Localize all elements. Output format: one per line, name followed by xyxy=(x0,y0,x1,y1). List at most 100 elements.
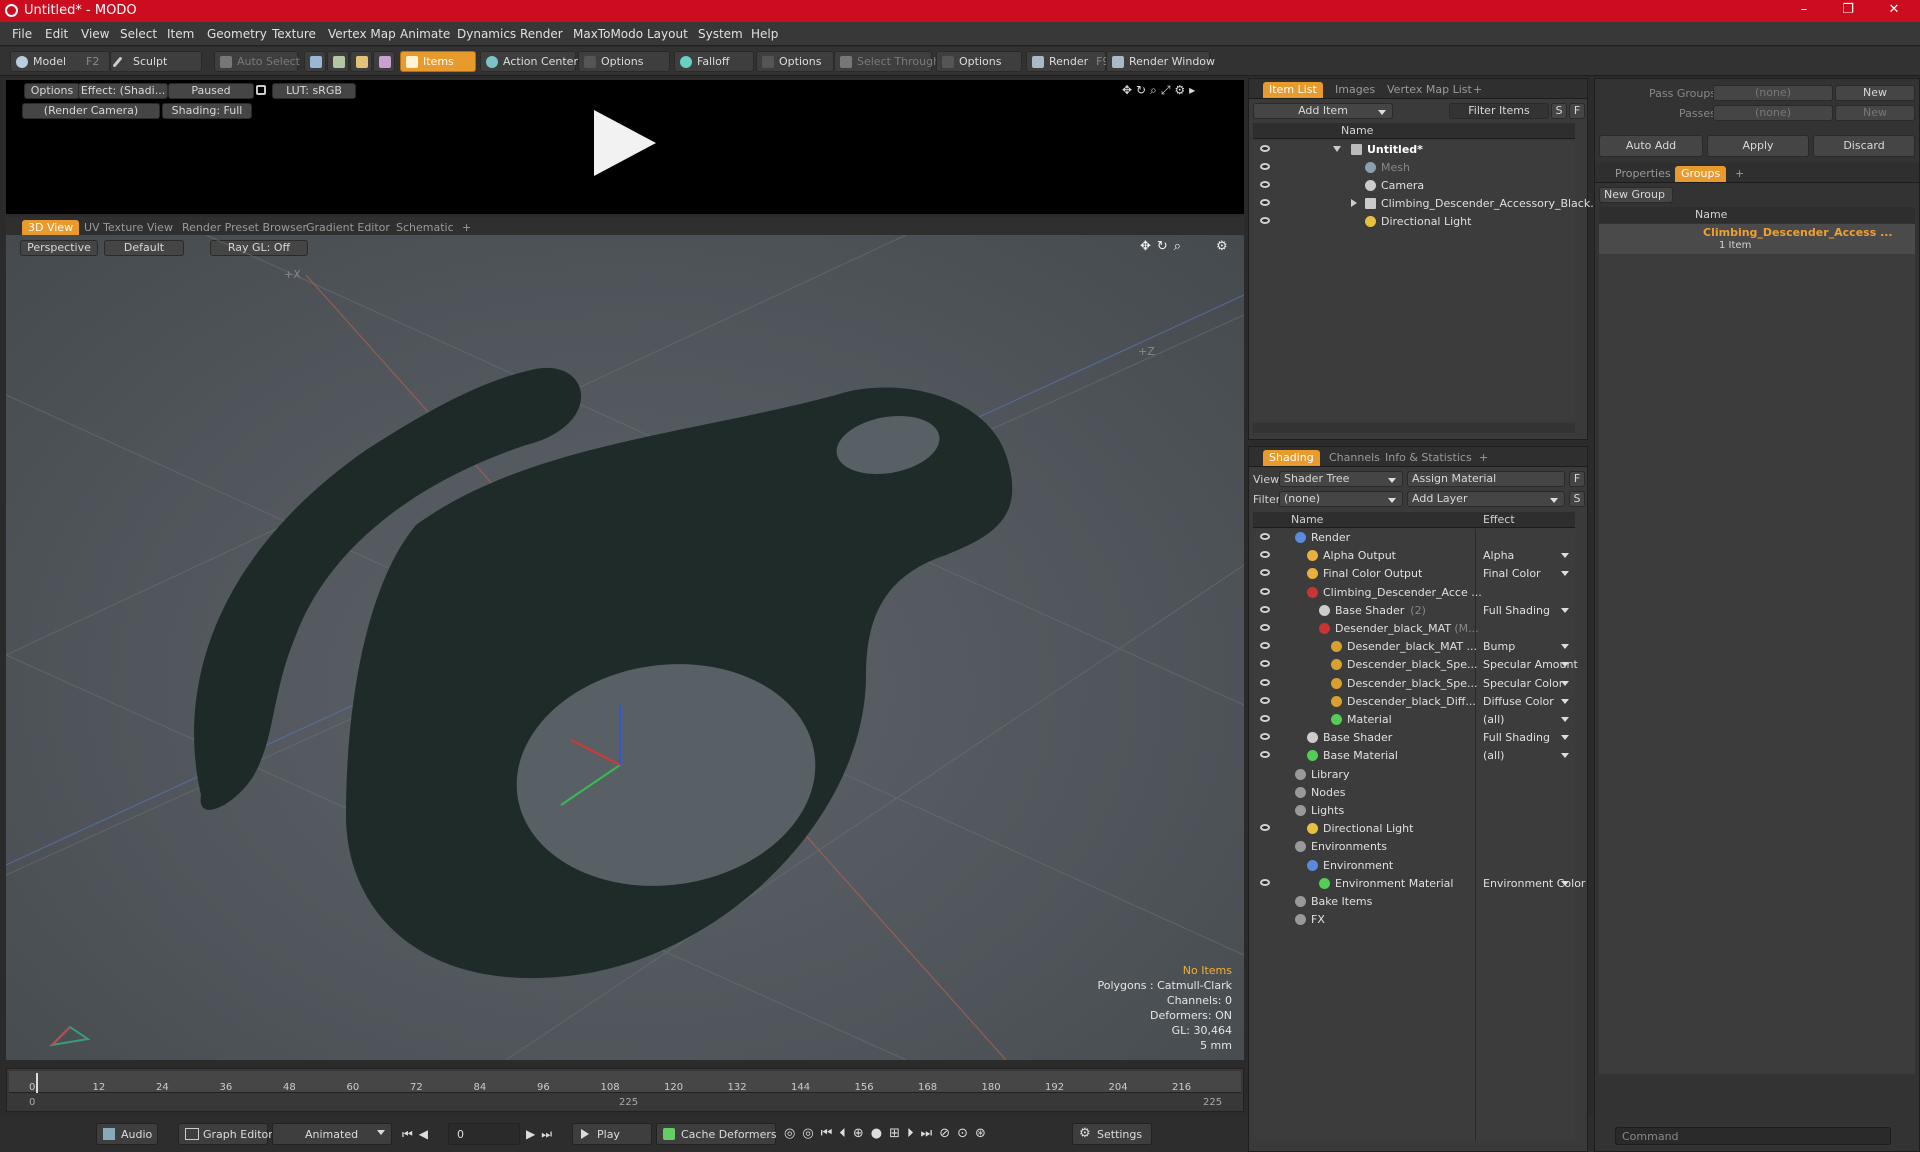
menu-help[interactable]: Help xyxy=(751,27,778,41)
add-tab-button[interactable]: + xyxy=(1467,82,1488,98)
shader-tree-row[interactable]: Directional Light xyxy=(1253,820,1575,838)
action-center-options-button[interactable]: Options xyxy=(578,51,670,72)
tab-vertex-map-list[interactable]: Vertex Map List xyxy=(1381,82,1478,98)
vertices-mode-button[interactable] xyxy=(304,51,326,72)
add-item-dropdown[interactable]: Add Item xyxy=(1253,103,1393,119)
apply-button[interactable]: Apply xyxy=(1707,135,1809,157)
tab-schematic[interactable]: Schematic xyxy=(390,220,460,236)
chevron-down-icon[interactable] xyxy=(1561,662,1569,668)
layer-effect[interactable]: Alpha xyxy=(1483,549,1514,562)
shader-tree-row[interactable]: Nodes xyxy=(1253,784,1575,802)
tab-groups[interactable]: Groups xyxy=(1675,166,1727,182)
shader-tree-row[interactable]: Alpha Output Alpha xyxy=(1253,547,1575,565)
menu-view[interactable]: View xyxy=(81,27,109,41)
menu-maxtomodo[interactable]: MaxToModo xyxy=(573,27,643,41)
chevron-down-icon[interactable] xyxy=(1561,735,1569,741)
menu-layout[interactable]: Layout xyxy=(647,27,688,41)
tab-shading[interactable]: Shading xyxy=(1263,450,1320,466)
frame-input[interactable]: 0 xyxy=(448,1123,520,1145)
menu-system[interactable]: System xyxy=(698,27,743,41)
add-tab-button[interactable]: + xyxy=(1473,450,1494,466)
graph-editor-button[interactable]: Graph Editor xyxy=(178,1123,273,1145)
maximize-button[interactable]: ❐ xyxy=(1828,2,1868,20)
eye-icon[interactable] xyxy=(1260,587,1270,595)
eye-icon[interactable] xyxy=(1260,533,1270,540)
search-s-button[interactable]: S xyxy=(1551,103,1567,119)
list-item[interactable]: Camera xyxy=(1253,177,1575,195)
layer-effect[interactable]: Full Shading xyxy=(1483,604,1550,617)
chevron-down-icon[interactable] xyxy=(1561,680,1569,686)
layer-effect[interactable]: Bump xyxy=(1483,640,1515,653)
filter-f-button[interactable]: F xyxy=(1569,103,1585,119)
menu-edit[interactable]: Edit xyxy=(45,27,68,41)
layer-effect[interactable]: Specular Color xyxy=(1483,677,1563,690)
group-row[interactable]: Climbing_Descender_Access ... 1 Item xyxy=(1599,224,1915,254)
eye-icon[interactable] xyxy=(1260,878,1270,886)
chevron-down-icon[interactable] xyxy=(1561,644,1569,650)
auto-select-button[interactable]: Auto Select xyxy=(214,51,300,72)
tab-item-list[interactable]: Item List xyxy=(1263,82,1323,98)
shading-s-button[interactable]: S xyxy=(1569,491,1585,507)
eye-icon[interactable] xyxy=(1260,199,1270,206)
materials-mode-button[interactable] xyxy=(373,51,395,72)
shading-dropdown[interactable]: Shading: Full xyxy=(162,103,252,119)
play-icon[interactable] xyxy=(594,110,656,176)
shader-tree-row[interactable]: Final Color Output Final Color xyxy=(1253,565,1575,583)
chevron-down-icon[interactable] xyxy=(1561,607,1569,613)
eye-icon[interactable] xyxy=(1260,181,1270,188)
assign-material-button[interactable]: Assign Material xyxy=(1407,471,1565,487)
list-item[interactable]: Climbing_Descender_Accessory_Black... xyxy=(1253,195,1601,213)
tab-render-preset-browser[interactable]: Render Preset Browser xyxy=(176,220,313,236)
tab-3d-view[interactable]: 3D View xyxy=(22,220,80,236)
add-tab-button[interactable]: + xyxy=(456,220,477,236)
timeline[interactable]: 0 12 24 36 48 60 72 84 96 108 120 132 144 156 168 180 19… xyxy=(6,1068,1244,1112)
render-camera-dropdown[interactable]: (Render Camera) xyxy=(22,103,160,119)
key-controls-icons[interactable]: ◎◎⏮⏴⊕●⊞⏵⏭⊘⊙⊛ xyxy=(784,1126,993,1141)
layer-effect[interactable]: Diffuse Color xyxy=(1483,695,1554,708)
sculpt-mode-button[interactable]: Sculpt xyxy=(110,51,202,72)
shader-tree-row[interactable]: Material (all) xyxy=(1253,711,1575,729)
falloff-button[interactable]: Falloff xyxy=(674,51,754,72)
minimize-button[interactable]: – xyxy=(1784,2,1824,20)
layer-effect[interactable]: Final Color xyxy=(1483,567,1541,580)
shader-tree-row[interactable]: Descender_black_Spe... Specular Color xyxy=(1253,675,1575,693)
shader-tree-row[interactable]: Descender_black_Diff... Diffuse Color xyxy=(1253,693,1575,711)
view-dropdown[interactable]: Shader Tree xyxy=(1279,471,1403,487)
filter-dropdown[interactable]: (none) xyxy=(1279,491,1403,507)
layer-effect[interactable]: (all) xyxy=(1483,749,1504,762)
eye-icon[interactable] xyxy=(1260,696,1270,704)
shader-tree-row[interactable]: Render xyxy=(1253,529,1575,547)
shader-tree-row[interactable]: Base Material (all) xyxy=(1253,747,1575,765)
chevron-down-icon[interactable] xyxy=(1561,717,1569,722)
list-item[interactable]: Untitled* xyxy=(1253,141,1575,159)
menu-dynamics[interactable]: Dynamics xyxy=(457,27,516,41)
eye-icon[interactable] xyxy=(1260,624,1270,631)
shading-f-button[interactable]: F xyxy=(1569,471,1585,487)
shader-tree-row[interactable]: Lights xyxy=(1253,802,1575,820)
new-pass-button[interactable]: New xyxy=(1835,105,1915,121)
play-button[interactable]: Play xyxy=(572,1123,652,1145)
shader-tree-row[interactable]: Library xyxy=(1253,766,1575,784)
items-mode-button[interactable]: Items xyxy=(400,51,476,72)
select-options-button[interactable]: Options xyxy=(936,51,1022,72)
settings-button[interactable]: ⚙ Settings xyxy=(1072,1123,1152,1145)
shader-tree-row[interactable]: Climbing_Descender_Acce ... xyxy=(1253,584,1575,602)
command-input[interactable]: Command xyxy=(1615,1127,1891,1145)
chevron-down-icon[interactable] xyxy=(1561,571,1569,577)
eye-icon[interactable] xyxy=(1260,217,1270,224)
audio-button[interactable]: Audio xyxy=(96,1123,158,1145)
lock-icon[interactable] xyxy=(256,85,266,95)
eye-icon[interactable] xyxy=(1260,751,1270,759)
eye-icon[interactable] xyxy=(1260,605,1270,613)
animated-dropdown[interactable]: Animated xyxy=(272,1123,392,1145)
discard-button[interactable]: Discard xyxy=(1813,135,1915,157)
menu-file[interactable]: File xyxy=(12,27,32,41)
model-mode-button[interactable]: Model F2 xyxy=(10,51,110,72)
shader-tree-row[interactable]: FX xyxy=(1253,911,1575,929)
menu-select[interactable]: Select xyxy=(120,27,157,41)
eye-icon[interactable] xyxy=(1260,660,1270,668)
layer-effect[interactable]: Full Shading xyxy=(1483,731,1550,744)
list-item[interactable]: Mesh xyxy=(1253,159,1575,177)
list-item[interactable]: Directional Light xyxy=(1253,213,1575,231)
render-button[interactable]: Render F9 xyxy=(1026,51,1110,72)
